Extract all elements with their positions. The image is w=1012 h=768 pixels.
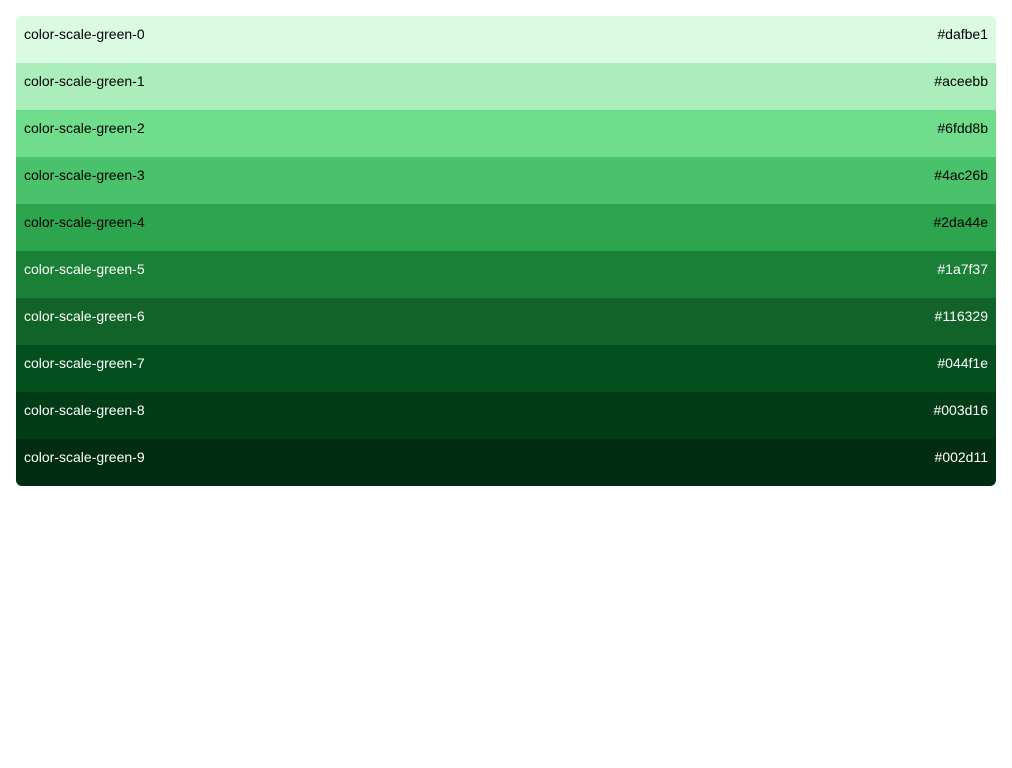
swatch-name: color-scale-green-5 xyxy=(24,261,145,277)
swatch-hex: #116329 xyxy=(934,308,988,324)
swatch-row: color-scale-green-7 #044f1e xyxy=(16,345,996,392)
swatch-name: color-scale-green-0 xyxy=(24,26,145,42)
swatch-row: color-scale-green-1 #aceebb xyxy=(16,63,996,110)
swatch-name: color-scale-green-1 xyxy=(24,73,145,89)
color-palette: color-scale-green-0 #dafbe1 color-scale-… xyxy=(16,16,996,486)
swatch-name: color-scale-green-4 xyxy=(24,214,145,230)
swatch-hex: #044f1e xyxy=(937,355,988,371)
swatch-name: color-scale-green-6 xyxy=(24,308,145,324)
swatch-row: color-scale-green-9 #002d11 xyxy=(16,439,996,486)
swatch-hex: #003d16 xyxy=(933,402,988,418)
swatch-row: color-scale-green-4 #2da44e xyxy=(16,204,996,251)
swatch-name: color-scale-green-9 xyxy=(24,449,145,465)
swatch-row: color-scale-green-8 #003d16 xyxy=(16,392,996,439)
swatch-hex: #aceebb xyxy=(934,73,988,89)
swatch-name: color-scale-green-2 xyxy=(24,120,145,136)
swatch-name: color-scale-green-8 xyxy=(24,402,145,418)
swatch-row: color-scale-green-3 #4ac26b xyxy=(16,157,996,204)
swatch-name: color-scale-green-7 xyxy=(24,355,145,371)
swatch-hex: #4ac26b xyxy=(934,167,988,183)
swatch-row: color-scale-green-2 #6fdd8b xyxy=(16,110,996,157)
swatch-hex: #1a7f37 xyxy=(937,261,988,277)
swatch-hex: #002d11 xyxy=(934,449,988,465)
swatch-row: color-scale-green-6 #116329 xyxy=(16,298,996,345)
swatch-hex: #2da44e xyxy=(933,214,988,230)
swatch-row: color-scale-green-0 #dafbe1 xyxy=(16,16,996,63)
swatch-hex: #dafbe1 xyxy=(937,26,988,42)
swatch-name: color-scale-green-3 xyxy=(24,167,145,183)
swatch-hex: #6fdd8b xyxy=(937,120,988,136)
swatch-row: color-scale-green-5 #1a7f37 xyxy=(16,251,996,298)
